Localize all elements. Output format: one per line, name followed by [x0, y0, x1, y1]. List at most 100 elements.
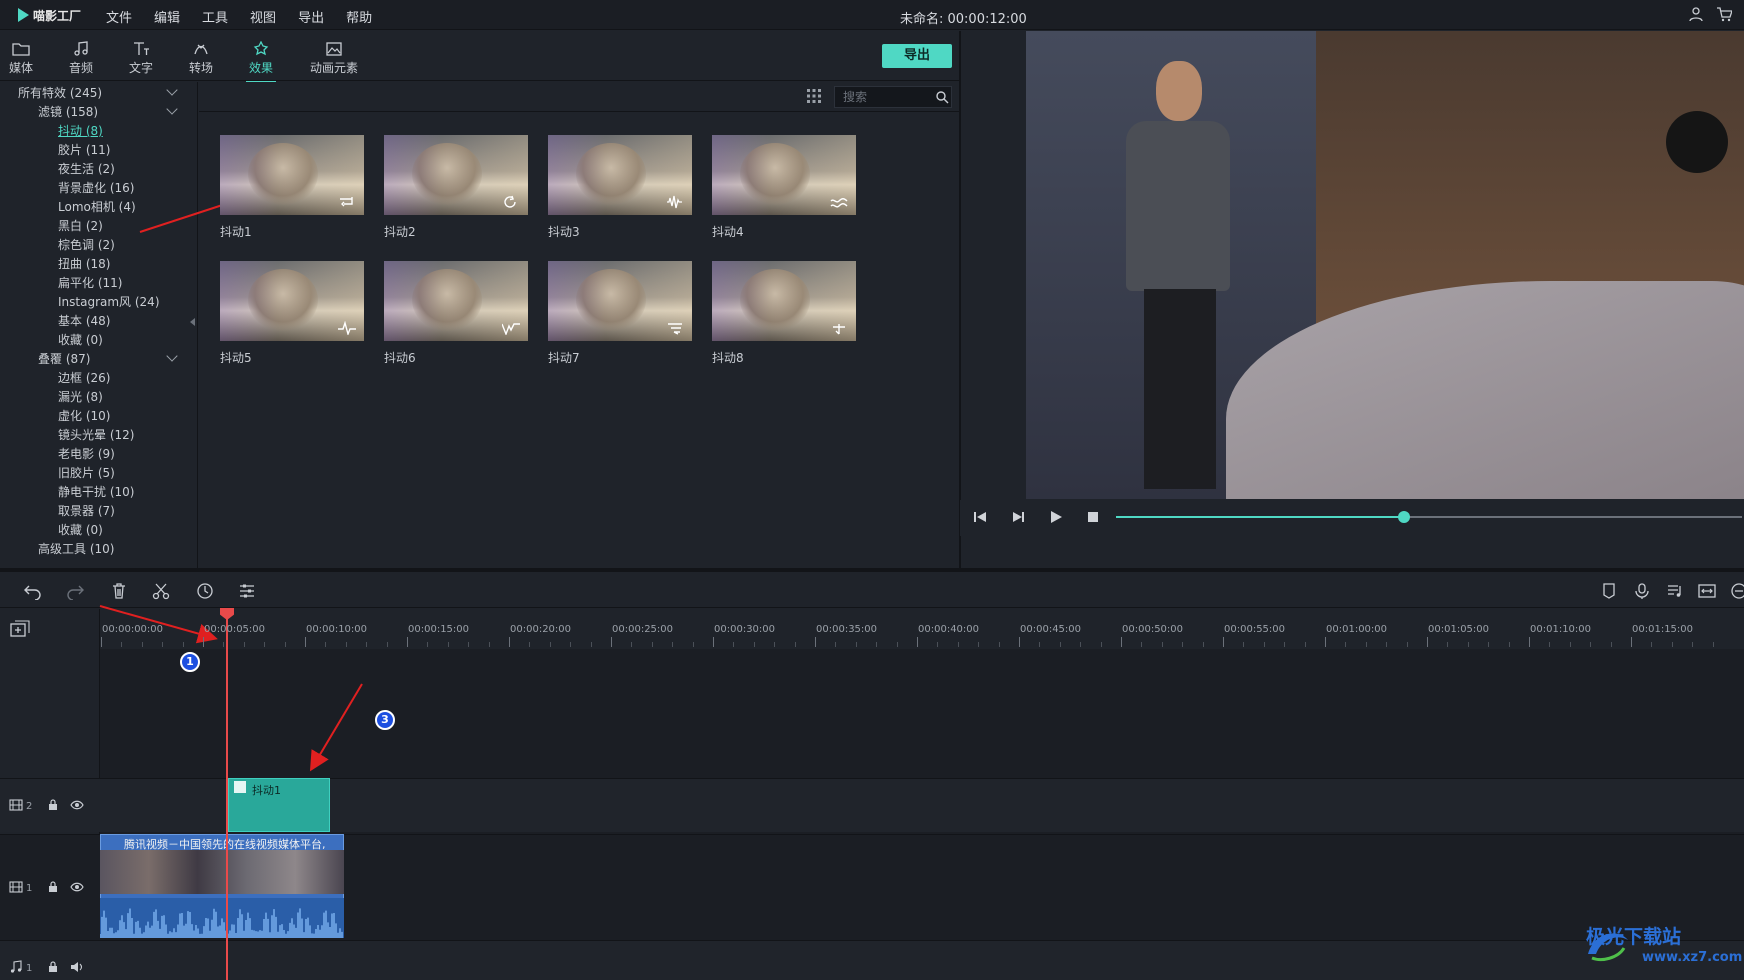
ruler-tick — [325, 642, 327, 647]
menu-tools[interactable]: 工具 — [202, 7, 228, 26]
lock-icon[interactable] — [46, 798, 60, 812]
zoom-out-icon[interactable] — [1730, 582, 1744, 600]
lock-icon[interactable] — [46, 880, 60, 894]
menu-file[interactable]: 文件 — [106, 7, 132, 26]
ruler-tick — [1039, 642, 1041, 647]
effect-thumbnail[interactable] — [384, 135, 528, 215]
sidebar-item[interactable]: 胶片 (11) — [58, 141, 110, 158]
sidebar-item[interactable]: Lomo相机 (4) — [58, 198, 136, 215]
sidebar-item[interactable]: 虚化 (10) — [58, 407, 110, 424]
effect-thumbnail[interactable] — [220, 135, 364, 215]
ruler-tick — [835, 642, 837, 647]
panel-divider[interactable] — [959, 31, 961, 569]
user-icon[interactable] — [1688, 6, 1704, 22]
audio-track-icon — [10, 960, 22, 973]
ruler-label: 00:01:05:00 — [1428, 624, 1490, 635]
lock-icon[interactable] — [46, 960, 60, 974]
menu-help[interactable]: 帮助 — [346, 7, 372, 26]
sidebar-item[interactable]: 扁平化 (11) — [58, 274, 122, 291]
sidebar-item[interactable]: Instagram风 (24) — [58, 293, 160, 310]
split-icon[interactable] — [152, 582, 170, 600]
ruler-tick — [896, 642, 898, 647]
play-icon[interactable] — [1048, 509, 1064, 525]
sidebar-item[interactable]: 叠覆 (87) — [38, 350, 90, 367]
tab-text-label: 文字 — [128, 61, 153, 75]
search-icon[interactable] — [935, 90, 949, 104]
sidebar-item[interactable]: 高级工具 (10) — [38, 540, 114, 557]
playhead-line[interactable] — [226, 610, 228, 980]
effect-thumbnail[interactable] — [712, 135, 856, 215]
scrub-progress — [1116, 516, 1404, 518]
ruler-tick — [427, 642, 429, 647]
sidebar-item[interactable]: 旧胶片 (5) — [58, 464, 115, 481]
ruler-tick — [917, 637, 918, 647]
sidebar-item[interactable]: 扭曲 (18) — [58, 255, 110, 272]
add-track-icon[interactable] — [10, 620, 30, 638]
sidebar-item[interactable]: 收藏 (0) — [58, 331, 103, 348]
watermark-url: www.xz7.com — [1642, 950, 1743, 965]
menu-view[interactable]: 视图 — [250, 7, 276, 26]
undo-icon[interactable] — [24, 582, 42, 600]
menu-edit[interactable]: 编辑 — [154, 7, 180, 26]
sidebar-item[interactable]: 漏光 (8) — [58, 388, 103, 405]
tab-effects[interactable]: 效果 — [236, 37, 286, 83]
sidebar-item[interactable]: 老电影 (9) — [58, 445, 115, 462]
redo-icon[interactable] — [66, 582, 84, 600]
sidebar-item[interactable]: 棕色调 (2) — [58, 236, 115, 253]
effect-thumbnail[interactable] — [220, 261, 364, 341]
ruler-tick — [794, 642, 796, 647]
sidebar-item[interactable]: 夜生活 (2) — [58, 160, 115, 177]
ruler-tick — [1692, 642, 1694, 647]
microphone-icon[interactable] — [1633, 582, 1651, 600]
collapse-sidebar-icon[interactable] — [190, 318, 195, 326]
ruler-tick — [1019, 637, 1020, 647]
adjust-icon[interactable] — [238, 582, 256, 600]
sidebar-item[interactable]: 所有特效 (245) — [18, 84, 102, 101]
sidebar-item[interactable]: 取景器 (7) — [58, 502, 115, 519]
fit-timeline-icon[interactable] — [1698, 582, 1716, 600]
folder-icon — [12, 43, 30, 56]
step-forward-icon[interactable] — [1010, 509, 1026, 525]
effect-thumbnail[interactable] — [548, 135, 692, 215]
audio-mixer-icon[interactable] — [1666, 582, 1684, 600]
effect-thumbnail[interactable] — [548, 261, 692, 341]
speed-icon[interactable] — [196, 582, 214, 600]
ruler-tick — [1243, 642, 1245, 647]
marker-icon[interactable] — [1600, 582, 1618, 600]
sidebar-item[interactable]: 黑白 (2) — [58, 217, 103, 234]
sidebar-item[interactable]: 镜头光晕 (12) — [58, 426, 134, 443]
effect-thumbnail[interactable] — [384, 261, 528, 341]
sidebar-item[interactable]: 收藏 (0) — [58, 521, 103, 538]
sidebar-item[interactable]: 抖动 (8) — [58, 122, 103, 139]
sidebar-item[interactable]: 静电干扰 (10) — [58, 483, 134, 500]
eye-icon[interactable] — [70, 880, 84, 894]
grid-view-icon[interactable] — [806, 88, 822, 104]
tab-text[interactable]: 文字 — [116, 37, 166, 79]
effect-label: 抖动7 — [548, 351, 580, 365]
scrub-handle[interactable] — [1397, 511, 1410, 523]
step-back-icon[interactable] — [972, 509, 988, 525]
tab-elements[interactable]: 动画元素 — [300, 37, 368, 79]
menu-export[interactable]: 导出 — [298, 7, 324, 26]
speaker-icon[interactable] — [70, 960, 84, 974]
export-button[interactable]: 导出 — [882, 44, 952, 68]
tab-media[interactable]: 媒体 — [0, 37, 46, 79]
ruler-tick — [264, 642, 266, 647]
sidebar-item[interactable]: 背景虚化 (16) — [58, 179, 134, 196]
pulse-down-icon — [502, 323, 520, 335]
ruler-label: 00:00:55:00 — [1224, 624, 1286, 635]
eye-icon[interactable] — [70, 798, 84, 812]
tab-transition[interactable]: 转场 — [176, 37, 226, 79]
cart-icon[interactable] — [1716, 6, 1732, 22]
ruler-tick — [651, 642, 653, 647]
effect-thumbnail[interactable] — [712, 261, 856, 341]
ruler-tick — [1223, 637, 1224, 647]
ruler-label: 00:01:00:00 — [1326, 624, 1388, 635]
effect-label: 抖动6 — [384, 351, 416, 365]
delete-icon[interactable] — [110, 582, 128, 600]
tab-audio[interactable]: 音频 — [56, 37, 106, 79]
sidebar-item[interactable]: 边框 (26) — [58, 369, 110, 386]
sidebar-item[interactable]: 基本 (48) — [58, 312, 110, 329]
sidebar-item[interactable]: 滤镜 (158) — [38, 103, 98, 120]
stop-icon[interactable] — [1085, 509, 1101, 525]
